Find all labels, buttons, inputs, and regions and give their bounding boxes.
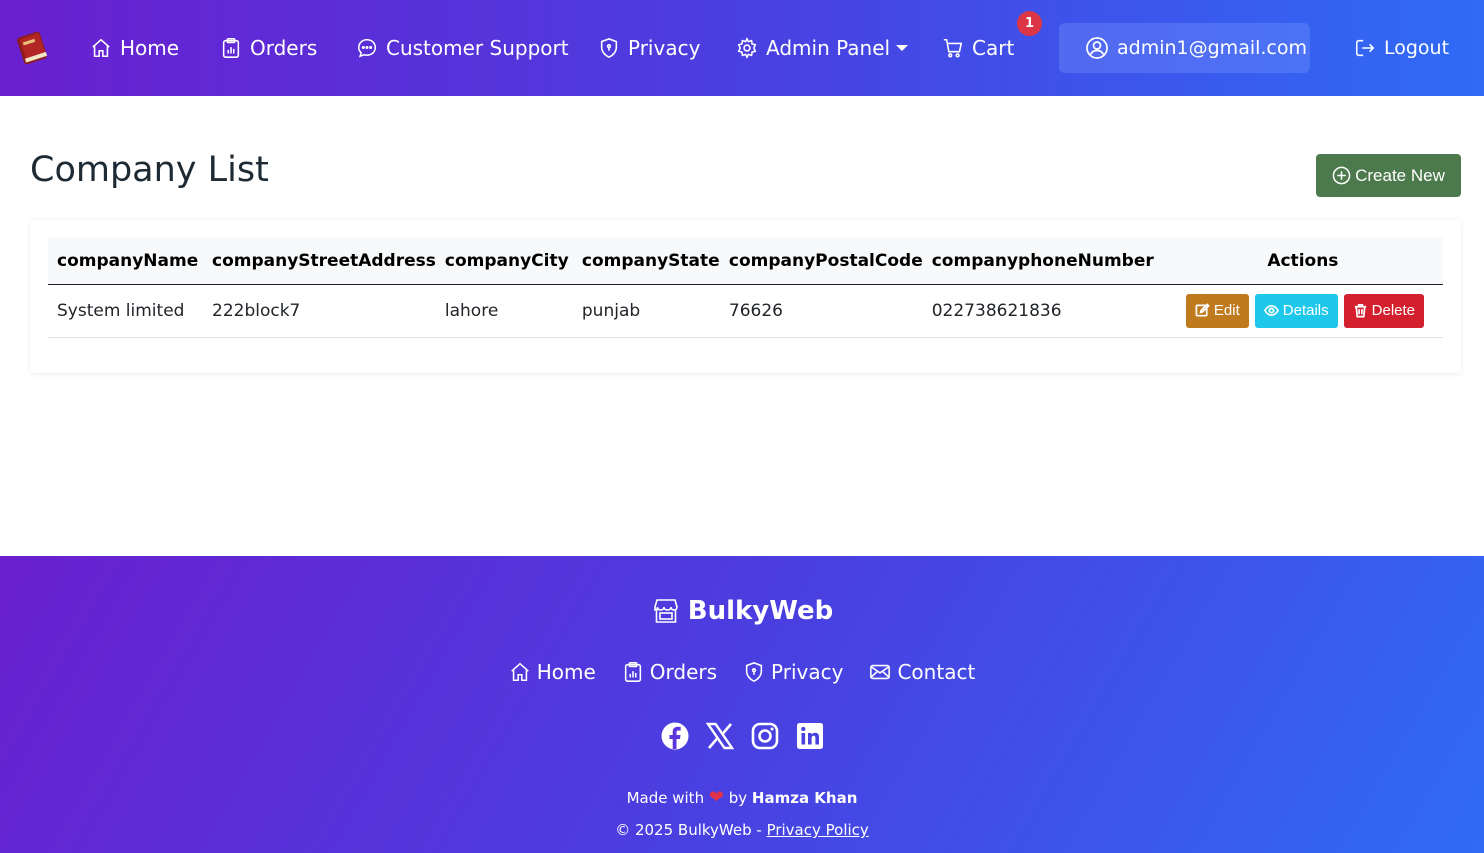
copyright-text: © 2025 BulkyWeb - (615, 821, 762, 839)
header-postal-code: companyPostalCode (728, 250, 923, 271)
details-label: Details (1282, 302, 1329, 319)
details-button[interactable]: Details (1254, 293, 1338, 328)
clipboard-chart-icon (222, 38, 240, 58)
footer-brand[interactable]: BulkyWeb (0, 596, 1484, 626)
nav-orders-link[interactable]: Orders (220, 30, 317, 66)
privacy-policy-link[interactable]: Privacy Policy (767, 821, 869, 839)
footer-privacy-label: Privacy (771, 660, 844, 684)
footer-links: Home Orders Privacy Contact (0, 660, 1484, 684)
logout-link[interactable]: Logout (1354, 30, 1449, 66)
table-row: System limited 222block7 lahore punjab 7… (48, 284, 1443, 337)
cell-state: punjab (581, 300, 641, 321)
cell-phone-number: 022738621836 (931, 300, 1062, 321)
clipboard-chart-icon (624, 662, 641, 682)
nav-support-link[interactable]: Customer Support (356, 30, 569, 66)
company-table-card: companyName companyStreetAddress company… (30, 220, 1461, 373)
cell-company-name: System limited (57, 300, 185, 321)
nav-support-label: Customer Support (386, 36, 569, 60)
logout-icon (1355, 39, 1375, 57)
user-account-button[interactable]: admin1@gmail.com (1059, 23, 1310, 73)
home-icon (92, 38, 110, 58)
cell-postal-code: 76626 (728, 300, 783, 321)
logout-label: Logout (1384, 37, 1450, 59)
heart-icon: ❤ (708, 787, 724, 808)
create-new-button[interactable]: Create New (1316, 154, 1461, 197)
cell-actions: Edit Details Delete (1154, 284, 1443, 337)
footer-privacy-link[interactable]: Privacy (743, 660, 843, 684)
book-logo-icon[interactable] (14, 28, 52, 66)
header-phone-number: companyphoneNumber (931, 250, 1154, 271)
cell-street-address: 222block7 (212, 300, 301, 321)
nav-admin-dropdown[interactable]: Admin Panel (736, 30, 909, 66)
footer-contact-label: Contact (897, 660, 976, 684)
footer-brand-name: BulkyWeb (687, 596, 834, 626)
x-icon[interactable] (705, 721, 735, 751)
shield-icon (745, 662, 763, 683)
edit-button[interactable]: Edit (1185, 293, 1249, 328)
header-company-name: companyName (57, 250, 199, 271)
nav-cart-label: Cart (972, 36, 1015, 60)
footer: BulkyWeb Home Orders Privacy Contact Mad… (0, 556, 1484, 853)
linkedin-icon[interactable] (795, 721, 825, 751)
home-icon (510, 662, 529, 682)
social-links (0, 721, 1484, 751)
cell-city: lahore (444, 300, 499, 321)
footer-home-link[interactable]: Home (509, 660, 596, 684)
caret-down-icon (896, 45, 909, 51)
shield-icon (600, 38, 618, 59)
footer-home-label: Home (536, 660, 596, 684)
made-with-text: Made with (626, 789, 705, 807)
table-header-row: companyName companyStreetAddress company… (48, 238, 1443, 284)
header-street-address: companyStreetAddress (212, 250, 436, 271)
create-new-label: Create New (1355, 165, 1445, 185)
eye-icon (1263, 304, 1279, 317)
trash-icon (1354, 304, 1366, 318)
footer-contact-link[interactable]: Contact (869, 660, 975, 684)
user-circle-icon (1086, 37, 1108, 59)
copyright-line: © 2025 BulkyWeb - Privacy Policy (0, 821, 1484, 839)
by-text: by (728, 789, 748, 807)
footer-orders-link[interactable]: Orders (622, 660, 717, 684)
navbar: Home Orders Customer Support Privacy Adm… (0, 0, 1484, 96)
facebook-icon[interactable] (660, 721, 690, 751)
made-with-line: Made with ❤ by Hamza Khan (0, 787, 1484, 808)
company-table: companyName companyStreetAddress company… (48, 238, 1443, 338)
instagram-icon[interactable] (750, 721, 780, 751)
footer-orders-label: Orders (649, 660, 718, 684)
header-city: companyCity (444, 250, 569, 271)
header-actions: Actions (1267, 250, 1339, 271)
envelope-icon (870, 664, 891, 680)
delete-label: Delete (1371, 302, 1415, 319)
shop-icon (653, 599, 678, 623)
nav-admin-label: Admin Panel (766, 36, 891, 60)
user-email: admin1@gmail.com (1117, 37, 1308, 59)
edit-icon (1195, 303, 1210, 317)
cart-icon (943, 38, 963, 58)
author-name: Hamza Khan (751, 789, 858, 807)
nav-cart-link[interactable]: Cart (942, 30, 1014, 66)
nav-orders-label: Orders (250, 36, 318, 60)
chat-dots-icon (357, 38, 377, 58)
page-title: Company List (30, 150, 269, 190)
header-state: companyState (581, 250, 720, 271)
nav-home-link[interactable]: Home (90, 30, 179, 66)
nav-privacy-link[interactable]: Privacy (598, 30, 700, 66)
nav-home-label: Home (120, 36, 180, 60)
delete-button[interactable]: Delete (1343, 293, 1424, 328)
gear-icon (737, 37, 757, 59)
plus-circle-icon (1332, 166, 1351, 185)
nav-privacy-label: Privacy (628, 36, 701, 60)
edit-label: Edit (1213, 302, 1240, 319)
cart-count-badge: 1 (1017, 11, 1042, 36)
